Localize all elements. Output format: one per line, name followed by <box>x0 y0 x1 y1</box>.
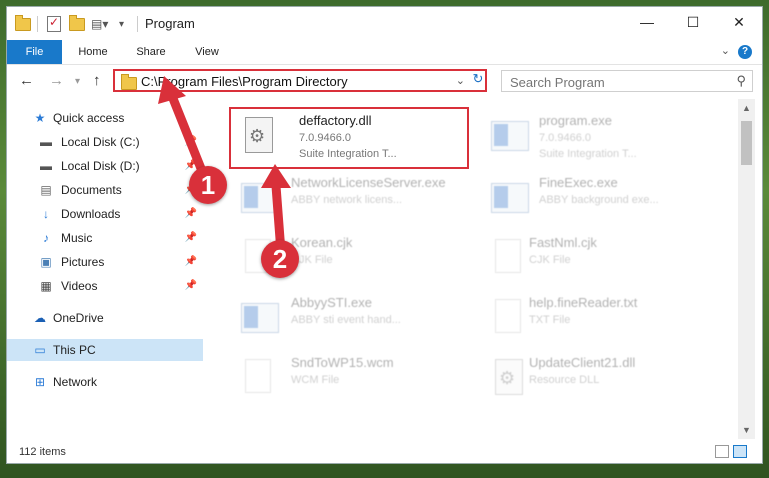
annotation-badge-2: 2 <box>261 240 299 278</box>
annotation-arrows <box>158 76 291 257</box>
annotation-badge-1: 1 <box>189 166 227 204</box>
